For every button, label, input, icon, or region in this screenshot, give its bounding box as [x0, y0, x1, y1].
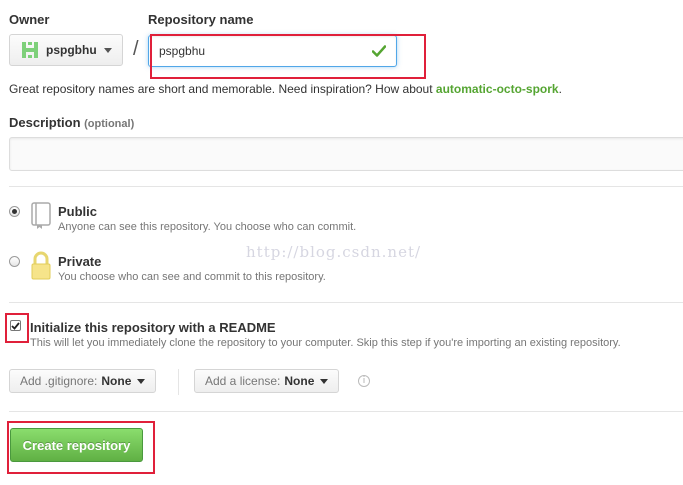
license-select[interactable]: Add a license: None [194, 369, 340, 393]
identicon-icon [22, 42, 38, 58]
description-label: Description (optional) [9, 115, 134, 130]
readme-desc: This will let you immediately clone the … [30, 337, 621, 349]
gitignore-select[interactable]: Add .gitignore: None [9, 369, 157, 393]
description-input[interactable] [9, 137, 683, 171]
readme-title: Initialize this repository with a README [30, 320, 276, 335]
highlight-box-readme [5, 313, 29, 343]
description-label-text: Description [9, 115, 81, 130]
name-suggestion-link[interactable]: automatic-octo-spork [436, 82, 559, 96]
gitignore-prefix: Add .gitignore: [20, 374, 98, 388]
repo-name-hint: Great repository names are short and mem… [9, 82, 562, 96]
highlight-box-create [7, 421, 155, 474]
private-radio[interactable] [9, 256, 20, 267]
info-icon[interactable]: i [358, 375, 370, 387]
lock-icon [31, 251, 51, 280]
private-desc: You choose who can see and commit to thi… [58, 271, 326, 283]
chevron-down-icon [103, 47, 112, 53]
public-radio[interactable] [9, 206, 20, 217]
public-desc: Anyone can see this repository. You choo… [58, 221, 357, 233]
gitignore-value: None [101, 374, 132, 388]
owner-label: Owner [9, 12, 50, 27]
repo-name-label: Repository name [148, 12, 254, 27]
optional-tag: (optional) [84, 118, 135, 130]
license-prefix: Add a license: [205, 374, 281, 388]
vertical-divider [178, 369, 179, 395]
owner-repo-separator: / [133, 38, 139, 60]
divider [9, 186, 683, 187]
divider [9, 411, 683, 412]
owner-name: pspgbhu [46, 43, 97, 57]
chevron-down-icon [137, 378, 146, 384]
watermark: http://blog.csdn.net/ [246, 243, 422, 261]
license-value: None [284, 374, 315, 388]
repo-book-icon [31, 202, 51, 229]
hint-end: . [558, 82, 562, 96]
chevron-down-icon [320, 378, 329, 384]
highlight-box-repo-name [150, 34, 426, 79]
private-title: Private [58, 254, 102, 269]
hint-text: Great repository names are short and mem… [9, 82, 436, 96]
owner-select[interactable]: pspgbhu [9, 34, 123, 66]
divider [9, 302, 683, 303]
public-title: Public [58, 204, 98, 219]
